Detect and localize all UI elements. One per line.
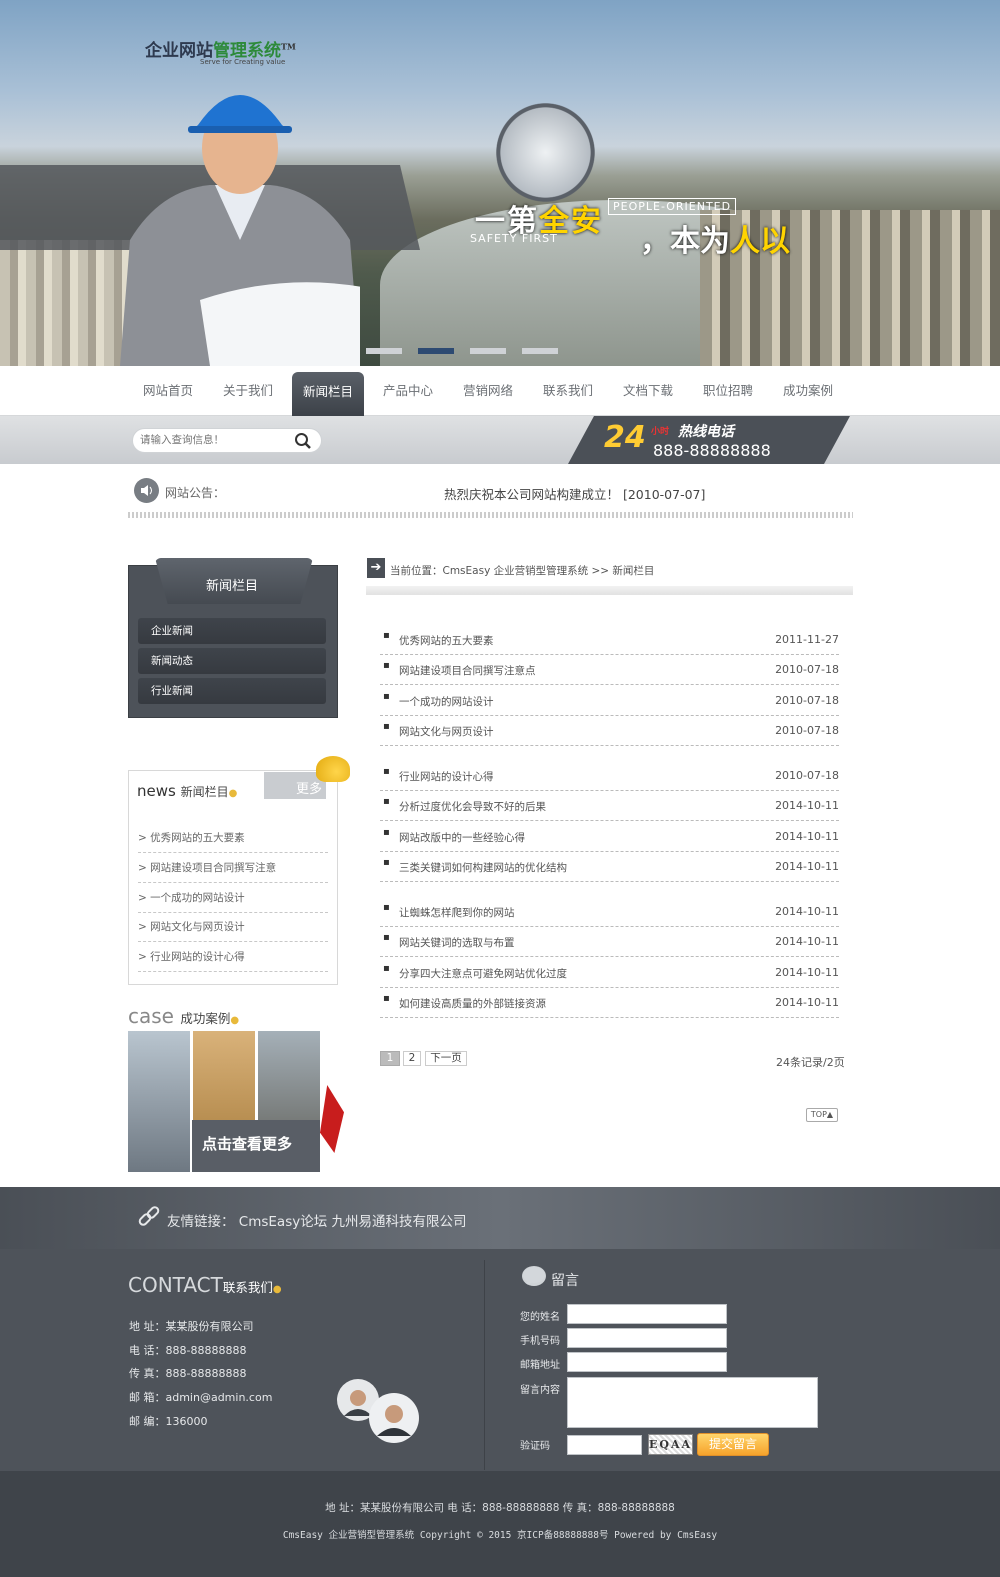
hotline-phone: 888-88888888	[653, 441, 771, 460]
message-title: 留言	[551, 1273, 579, 1289]
footer-copyright: CmsEasy 企业营销型管理系统 Copyright © 2015 京ICP备…	[282, 1530, 718, 1541]
sidebar-item-industry-news[interactable]: 行业新闻	[138, 678, 326, 704]
support-staff-image	[337, 1379, 419, 1443]
slide-indicators	[366, 343, 574, 357]
page-2-button[interactable]: 2	[403, 1051, 421, 1066]
news-box-item[interactable]: > 一个成功的网站设计	[138, 883, 328, 913]
speech-bubble-icon	[522, 1266, 546, 1286]
contact-phone: 电 话：888-88888888	[129, 1344, 247, 1357]
article-row[interactable]: ▪ 分享四大注意点可避免网站优化过度 2014-10-11	[380, 958, 839, 988]
contact-title: CONTACT联系我们●	[128, 1273, 282, 1297]
phone-field[interactable]	[567, 1328, 727, 1348]
slide-dot[interactable]	[366, 348, 402, 354]
contact-email: 邮 箱：admin@admin.com	[129, 1391, 273, 1404]
article-row[interactable]: ▪ 网站改版中的一些经验心得 2014-10-11	[380, 822, 839, 852]
nav-downloads[interactable]: 文档下载	[612, 366, 684, 416]
hotline-hours: 小时	[651, 427, 670, 437]
nav-about[interactable]: 关于我们	[212, 366, 284, 416]
article-row[interactable]: ▪ 分析过度优化会导致不好的后果 2014-10-11	[380, 791, 839, 821]
hotline-24: 24	[604, 420, 646, 455]
email-field[interactable]	[567, 1352, 727, 1372]
banner-slogan-en-2: SAFETY FIRST	[470, 232, 558, 245]
nav-products[interactable]: 产品中心	[372, 366, 444, 416]
phone-label: 手机号码	[520, 1336, 560, 1347]
divider	[484, 1260, 485, 1470]
article-row[interactable]: ▪ 一个成功的网站设计 2010-07-18	[380, 686, 839, 716]
sidebar-title: 新闻栏目	[206, 579, 259, 594]
news-box-item[interactable]: > 网站建设项目合同撰写注意	[138, 853, 328, 883]
banner-slogan-en-1: PEOPLE-ORIENTED	[608, 198, 737, 215]
article-row[interactable]: ▪ 网站关键词的选取与布置 2014-10-11	[380, 927, 839, 957]
nav-network[interactable]: 营销网络	[452, 366, 524, 416]
article-row[interactable]: ▪ 如何建设高质量的外部链接资源 2014-10-11	[380, 988, 839, 1018]
notice-text[interactable]: 热烈庆祝本公司网站构建成立！ [2010-07-07]	[444, 484, 705, 503]
news-box-title: news 新闻栏目●	[137, 782, 238, 800]
notice-label: 网站公告：	[165, 486, 226, 500]
record-count: 24条记录/2页	[776, 1056, 845, 1069]
nav-home[interactable]: 网站首页	[132, 366, 204, 416]
footer-contact-line: 地 址：某某股份有限公司 电 话：888-88888888 传 真：888-88…	[325, 1502, 675, 1514]
sidebar-item-news-updates[interactable]: 新闻动态	[138, 648, 326, 674]
slide-dot-active[interactable]	[418, 348, 454, 354]
submit-message-button[interactable]: 提交留言	[697, 1433, 769, 1456]
nav-news[interactable]: 新闻栏目	[292, 372, 364, 416]
email-label: 邮箱地址	[520, 1360, 560, 1371]
nav-contact[interactable]: 联系我们	[532, 366, 604, 416]
message-textarea[interactable]	[567, 1377, 818, 1428]
bottom-footer	[0, 1471, 1000, 1577]
content-label: 留言内容	[520, 1385, 560, 1396]
contact-address: 地 址：某某股份有限公司	[129, 1320, 254, 1333]
next-page-button[interactable]: 下一页	[425, 1051, 467, 1066]
news-box-item[interactable]: > 网站文化与网页设计	[138, 912, 328, 942]
view-more-cases-button[interactable]: 点击查看更多	[192, 1120, 320, 1172]
more-link[interactable]: 更多	[296, 778, 322, 797]
case-image-1[interactable]	[128, 1031, 190, 1172]
search-input[interactable]	[140, 434, 290, 446]
article-row[interactable]: ▪ 优秀网站的五大要素 2011-11-27	[380, 625, 839, 655]
name-field[interactable]	[567, 1304, 727, 1324]
nav-cases[interactable]: 成功案例	[772, 366, 844, 416]
divider	[128, 512, 853, 518]
ribbon-decoration	[320, 1085, 344, 1153]
breadcrumb-bar	[366, 586, 853, 595]
search-icon[interactable]	[294, 432, 312, 450]
article-row[interactable]: ▪ 让蜘蛛怎样爬到你的网站 2014-10-11	[380, 897, 839, 927]
contact-zip: 邮 编：136000	[129, 1415, 208, 1428]
article-row[interactable]: ▪ 网站建设项目合同撰写注意点 2010-07-18	[380, 655, 839, 685]
contact-fax: 传 真：888-88888888	[129, 1367, 247, 1380]
news-box-item[interactable]: > 行业网站的设计心得	[138, 942, 328, 972]
nav-jobs[interactable]: 职位招聘	[692, 366, 764, 416]
banner-slogan-2: ，本为人以	[640, 224, 790, 259]
article-row[interactable]: ▪ 三类关键词如何构建网站的优化结构 2014-10-11	[380, 852, 839, 882]
news-box-item[interactable]: > 优秀网站的五大要素	[138, 823, 328, 853]
helmet-icon	[316, 756, 350, 782]
article-row[interactable]: ▪ 行业网站的设计心得 2010-07-18	[380, 761, 839, 791]
captcha-label: 验证码	[520, 1441, 550, 1452]
slide-dot[interactable]	[522, 348, 558, 354]
main-nav: 网站首页 关于我们 新闻栏目 产品中心 营销网络 联系我们 文档下载 职位招聘 …	[0, 366, 1000, 416]
hotline-title: 热线电话	[678, 424, 734, 440]
breadcrumb: 当前位置：CmsEasy 企业营销型管理系统 >> 新闻栏目	[390, 565, 655, 577]
name-label: 您的姓名	[520, 1312, 560, 1323]
back-to-top-button[interactable]: TOP▲	[806, 1108, 838, 1122]
page-1-button[interactable]: 1	[380, 1051, 400, 1066]
building-emblem	[488, 95, 603, 210]
captcha-field[interactable]	[567, 1435, 642, 1455]
case-title: case 成功案例●	[128, 1004, 240, 1028]
sidebar-item-company-news[interactable]: 企业新闻	[138, 618, 326, 644]
arrow-icon: ➔	[367, 558, 385, 578]
speaker-icon	[134, 478, 159, 503]
captcha-image[interactable]: EQAA	[648, 1434, 693, 1455]
engineer-image	[120, 95, 360, 366]
chain-link-icon	[138, 1206, 160, 1226]
logo-tagline: Serve for Creating value	[200, 58, 286, 66]
article-row[interactable]: ▪ 网站文化与网页设计 2010-07-18	[380, 716, 839, 746]
friend-links[interactable]: 友情链接： CmsEasy论坛 九州易通科技有限公司	[167, 1210, 467, 1230]
slide-dot[interactable]	[470, 348, 506, 354]
